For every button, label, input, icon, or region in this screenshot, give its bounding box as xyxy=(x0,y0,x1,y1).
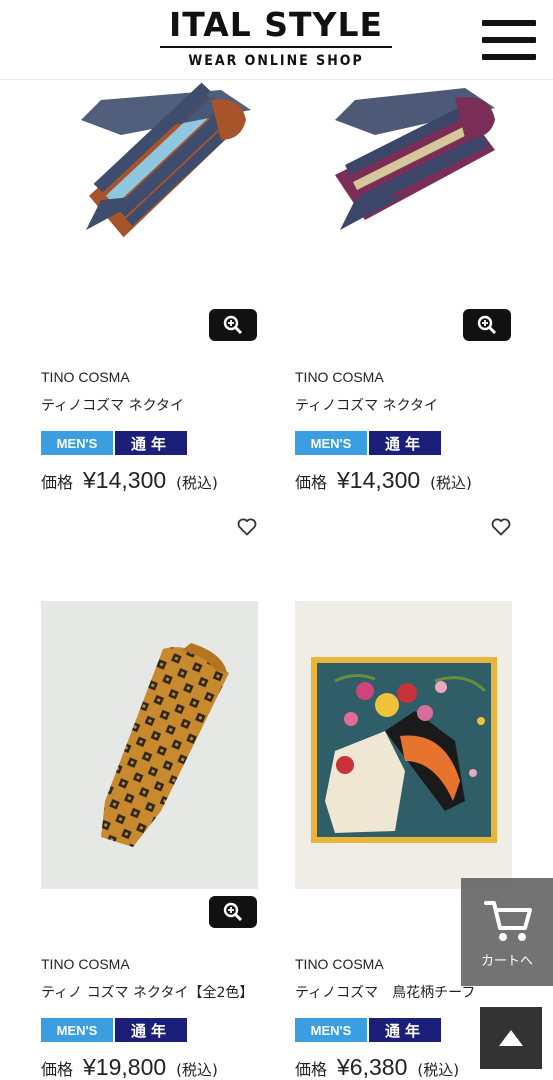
product-image[interactable] xyxy=(41,601,258,889)
site-logo[interactable]: ITAL STYLE WEAR ONLINE SHOP xyxy=(160,6,392,70)
product-price: 価格 ¥19,800 (税込) xyxy=(41,1054,218,1080)
product-badges: MEN'S 通年 xyxy=(41,431,187,455)
price-value: ¥14,300 xyxy=(337,467,421,493)
product-brand: TINO COSMA xyxy=(295,956,384,972)
product-price: 価格 ¥6,380 (税込) xyxy=(295,1054,459,1080)
mens-badge: MEN'S xyxy=(41,1018,113,1042)
back-to-top-button[interactable] xyxy=(480,1007,542,1069)
tax-note: (税込) xyxy=(417,1061,460,1079)
cart-button[interactable]: カートへ xyxy=(461,878,553,986)
season-badge: 通年 xyxy=(369,1018,441,1042)
zoom-icon[interactable] xyxy=(463,309,511,341)
mens-badge: MEN'S xyxy=(295,1018,367,1042)
price-label: 価格 xyxy=(41,1060,74,1079)
price-label: 価格 xyxy=(295,1060,328,1079)
cart-label: カートへ xyxy=(480,954,533,969)
logo-sub-text: WEAR ONLINE SHOP xyxy=(188,53,364,69)
favorite-heart-icon[interactable] xyxy=(237,518,257,540)
price-value: ¥19,800 xyxy=(83,1054,167,1080)
product-name[interactable]: ティノコズマ ネクタイ xyxy=(295,395,438,415)
product-brand: TINO COSMA xyxy=(41,956,130,972)
mens-badge: MEN'S xyxy=(41,431,113,455)
arrow-up-icon xyxy=(499,1030,523,1046)
tax-note: (税込) xyxy=(176,1061,218,1079)
hamburger-menu-icon[interactable] xyxy=(482,20,536,60)
site-header: ITAL STYLE WEAR ONLINE SHOP xyxy=(0,0,553,80)
mens-badge: MEN'S xyxy=(295,431,367,455)
price-label: 価格 xyxy=(41,473,74,492)
product-brand: TINO COSMA xyxy=(295,369,384,385)
product-badges: MEN'S 通年 xyxy=(41,1018,187,1042)
product-name[interactable]: ティノ コズマ ネクタイ【全2色】 xyxy=(41,982,253,1002)
tax-note: (税込) xyxy=(176,474,218,492)
product-name[interactable]: ティノコズマ ネクタイ xyxy=(41,395,184,415)
price-label: 価格 xyxy=(295,473,328,492)
product-price: 価格 ¥14,300 (税込) xyxy=(295,467,472,494)
cart-icon xyxy=(484,901,532,941)
price-value: ¥14,300 xyxy=(83,467,167,493)
price-value: ¥6,380 xyxy=(337,1054,408,1080)
logo-divider xyxy=(160,46,392,48)
zoom-icon[interactable] xyxy=(209,309,257,341)
product-badges: MEN'S 通年 xyxy=(295,431,441,455)
product-image[interactable] xyxy=(41,80,258,240)
season-badge: 通年 xyxy=(369,431,441,455)
logo-main-text: ITAL STYLE xyxy=(168,5,384,44)
tax-note: (税込) xyxy=(430,474,472,492)
product-image[interactable] xyxy=(295,80,512,240)
season-badge: 通年 xyxy=(115,1018,187,1042)
season-badge: 通年 xyxy=(115,431,187,455)
product-name[interactable]: ティノコズマ 鳥花柄チーフ xyxy=(295,982,475,1002)
product-image[interactable] xyxy=(295,601,512,889)
favorite-heart-icon[interactable] xyxy=(491,518,511,540)
zoom-icon[interactable] xyxy=(209,896,257,928)
product-price: 価格 ¥14,300 (税込) xyxy=(41,467,218,494)
product-badges: MEN'S 通年 xyxy=(295,1018,441,1042)
product-brand: TINO COSMA xyxy=(41,369,130,385)
